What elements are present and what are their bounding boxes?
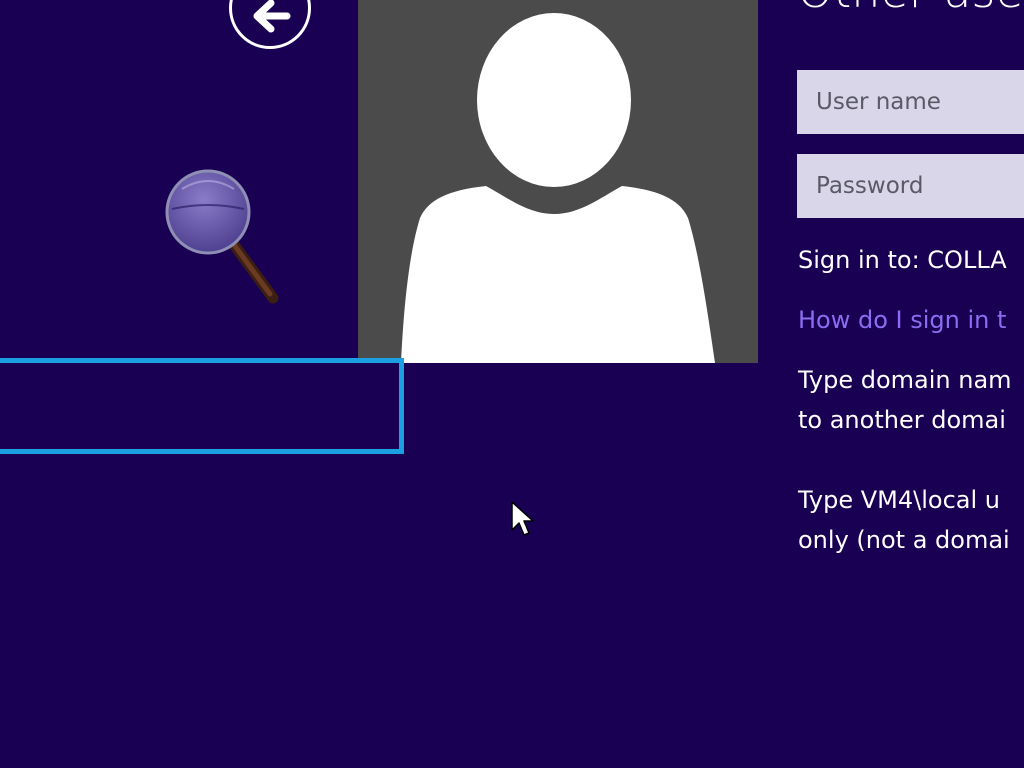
page-title: Other user <box>797 0 1024 18</box>
username-field[interactable] <box>797 70 1024 134</box>
back-button[interactable] <box>229 0 311 49</box>
domain-hint-text: Type domain nam to another domai <box>798 360 1012 440</box>
user-silhouette-icon <box>401 13 715 363</box>
mouse-pointer-icon <box>511 501 534 536</box>
password-field[interactable] <box>797 154 1024 218</box>
user-tile[interactable] <box>358 0 758 363</box>
arrow-left-icon <box>253 0 291 33</box>
local-hint-text: Type VM4\local u only (not a domai <box>798 480 1010 560</box>
focus-rectangle <box>0 358 404 454</box>
magnifier-icon[interactable] <box>160 165 290 310</box>
domain-hint-line-1: Type domain nam <box>798 366 1012 394</box>
domain-hint-line-2: to another domai <box>798 406 1006 434</box>
sign-in-help-link[interactable]: How do I sign in t <box>798 300 1006 340</box>
local-hint-line-2: only (not a domai <box>798 526 1010 554</box>
local-hint-line-1: Type VM4\local u <box>798 486 1000 514</box>
sign-in-domain-label: Sign in to: COLLA <box>798 246 1007 274</box>
